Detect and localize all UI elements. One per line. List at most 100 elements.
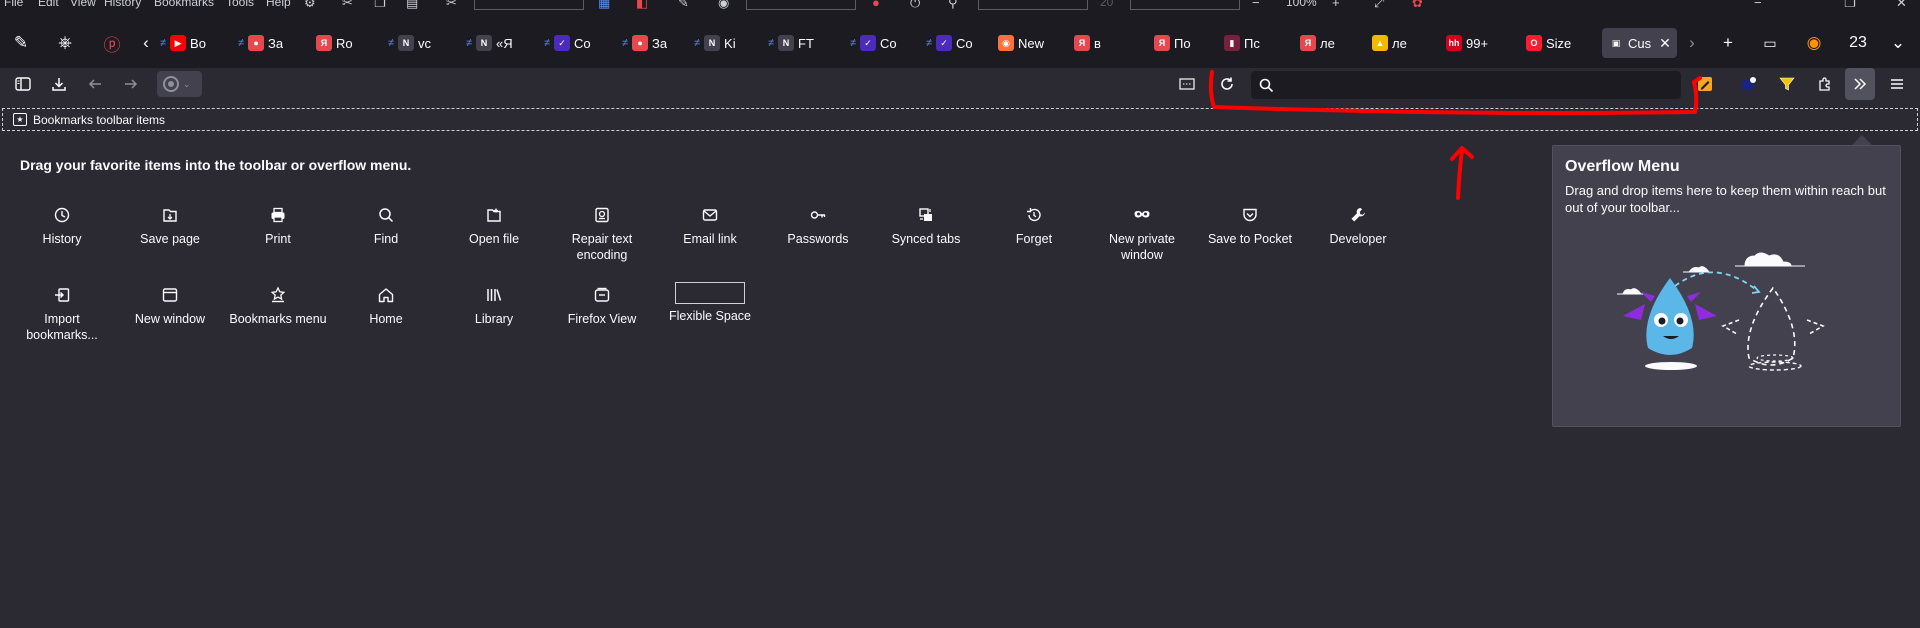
minimize-icon[interactable]: − <box>1754 0 1762 10</box>
back-icon[interactable] <box>80 68 110 100</box>
gear-icon[interactable]: ⚙ <box>304 0 316 11</box>
tab[interactable]: Яле <box>1300 28 1335 58</box>
menu-file[interactable]: File <box>4 0 23 9</box>
menubar-input-2[interactable] <box>746 0 856 10</box>
tab[interactable]: ≠ N FT <box>768 28 814 58</box>
tab[interactable]: ▮ Пс <box>1224 28 1260 58</box>
edit-icon[interactable]: ✎ <box>678 0 689 11</box>
extension-red-icon[interactable]: ✿ <box>1412 0 1423 11</box>
tab[interactable]: ◉New T <box>998 28 1046 58</box>
overflow-menu-panel[interactable]: Overflow Menu Drag and drop items here t… <box>1552 145 1901 427</box>
reader-icon[interactable]: ⎈ <box>52 28 78 58</box>
bookmarks-toolbar[interactable]: ★ Bookmarks toolbar items <box>2 108 1918 131</box>
menubar-input-1[interactable] <box>474 0 584 10</box>
sidebar-icon[interactable] <box>8 68 38 100</box>
search-input[interactable] <box>1280 77 1660 93</box>
link-icon[interactable]: ⚲ <box>948 0 958 11</box>
palette-item-flexible-space[interactable]: Flexible Space <box>656 282 764 324</box>
tab[interactable]: Я По <box>1154 28 1191 58</box>
zoom-in-icon[interactable]: + <box>1332 0 1340 10</box>
overflow-menu-button[interactable] <box>1845 68 1875 100</box>
tab[interactable]: ▲ ле <box>1372 28 1407 58</box>
palette-item-library[interactable]: Library <box>440 285 548 327</box>
menubar-input-4[interactable] <box>1130 0 1240 10</box>
pin-icon[interactable]: ✎ <box>8 28 34 58</box>
tab[interactable]: ≠ ● За <box>238 28 283 58</box>
close-tab-icon[interactable]: ✕ <box>1659 35 1671 52</box>
chat-icon[interactable]: ◉ <box>718 0 729 11</box>
tab[interactable]: ≠ ✓ Co <box>544 28 591 58</box>
palette-item-save-to-pocket[interactable]: Save to Pocket <box>1196 205 1304 247</box>
palette-item-synced-tabs[interactable]: Synced tabs <box>872 205 980 247</box>
palette-item-new-private-window[interactable]: New private window <box>1088 205 1196 263</box>
ublock-icon[interactable]: ● <box>872 0 880 10</box>
palette-item-bookmarks-menu[interactable]: Bookmarks menu <box>224 285 332 327</box>
search-bar[interactable] <box>1251 71 1681 99</box>
palette-item-print[interactable]: Print <box>224 205 332 247</box>
downloads-icon[interactable] <box>44 68 74 100</box>
forward-icon[interactable] <box>116 68 146 100</box>
palette-item-find[interactable]: Find <box>332 205 440 247</box>
close-window-icon[interactable]: ✕ <box>1896 0 1907 11</box>
menu-bookmarks[interactable]: Bookmarks <box>154 0 214 9</box>
copy-icon[interactable]: ❐ <box>374 0 386 11</box>
menubar-input-3[interactable] <box>978 0 1088 10</box>
container-extension-icon[interactable] <box>1734 68 1764 100</box>
new-tab-icon[interactable]: + <box>1716 28 1740 58</box>
tab[interactable]: OSize of <box>1526 28 1574 58</box>
flexible-space-icon[interactable] <box>1172 68 1202 100</box>
filter-extension-icon[interactable] <box>1772 68 1802 100</box>
palette-item-import-bookmarks[interactable]: Import bookmarks... <box>8 285 116 343</box>
palette-item-passwords[interactable]: Passwords <box>764 205 872 247</box>
yandex-icon: Я <box>1074 35 1090 51</box>
palette-item-history[interactable]: History <box>8 205 116 247</box>
reload-icon[interactable] <box>1212 68 1242 100</box>
extensions-puzzle-icon[interactable] <box>1810 68 1840 100</box>
palette-item-developer[interactable]: Developer <box>1304 205 1412 247</box>
scroll-tabs-right-icon[interactable]: › <box>1682 28 1702 58</box>
menu-view[interactable]: View <box>70 0 96 9</box>
extension-icon[interactable]: ◧ <box>636 0 648 11</box>
palette-item-firefox-view[interactable]: Firefox View <box>548 285 656 327</box>
list-all-tabs-icon[interactable]: ⌄ <box>1886 28 1910 58</box>
menu-help[interactable]: Help <box>266 0 291 9</box>
menu-history[interactable]: History <box>104 0 141 9</box>
tab[interactable]: ≠ N Ki <box>694 28 736 58</box>
tab[interactable]: ≠ ▶ Во <box>160 28 206 58</box>
power-icon[interactable]: ⏻ <box>910 0 920 11</box>
firefox-account-icon[interactable]: ◉ <box>1802 28 1826 58</box>
tab-count[interactable]: 23 <box>1844 28 1872 58</box>
restore-icon[interactable]: ❐ <box>1844 0 1856 11</box>
scroll-tabs-left-icon[interactable]: ‹ <box>136 28 156 58</box>
paste-icon[interactable]: ▤ <box>406 0 418 11</box>
tab[interactable]: hh 99+ <box>1446 28 1488 58</box>
fullscreen-icon[interactable]: ⤢ <box>1374 0 1384 11</box>
zoom-percent[interactable]: 100% <box>1286 0 1317 9</box>
pinterest-pinned-tab[interactable]: ⓟ <box>98 28 126 58</box>
pencil-extension-icon[interactable] <box>1690 68 1720 100</box>
hamburger-menu-icon[interactable] <box>1882 68 1912 100</box>
scissors-icon[interactable]: ✂ <box>342 0 353 11</box>
tab[interactable]: ≠ N «Я <box>466 28 513 58</box>
tab[interactable]: ≠ ✓ Co <box>926 28 973 58</box>
tab[interactable]: ≠ Nvc <box>388 28 431 58</box>
tab-manager-icon[interactable]: ▭ <box>1758 28 1782 58</box>
palette-item-new-window[interactable]: New window <box>116 285 224 327</box>
palette-item-email-link[interactable]: Email link <box>656 205 764 247</box>
palette-item-open-file[interactable]: Open file <box>440 205 548 247</box>
tab[interactable]: Яв <box>1074 28 1101 58</box>
menu-edit[interactable]: Edit <box>38 0 59 9</box>
tab-active[interactable]: ▣ Cus ✕ <box>1602 28 1677 58</box>
tab[interactable]: ≠ ✓ Co <box>850 28 897 58</box>
tab[interactable]: ≠ ● За <box>622 28 667 58</box>
zoom-out-icon[interactable]: − <box>1252 0 1260 10</box>
palette-item-forget[interactable]: Forget <box>980 205 1088 247</box>
menu-tools[interactable]: Tools <box>226 0 254 9</box>
cut-icon[interactable]: ✂ <box>446 0 457 11</box>
translate-icon[interactable]: ▦ <box>598 0 610 11</box>
url-bar-placeholder[interactable]: ⌄ <box>157 71 202 97</box>
palette-item-repair-text-encoding[interactable]: Repair text encoding <box>548 205 656 263</box>
tab[interactable]: Я Ro <box>316 28 353 58</box>
palette-item-home[interactable]: Home <box>332 285 440 327</box>
palette-item-save-page[interactable]: Save page <box>116 205 224 247</box>
